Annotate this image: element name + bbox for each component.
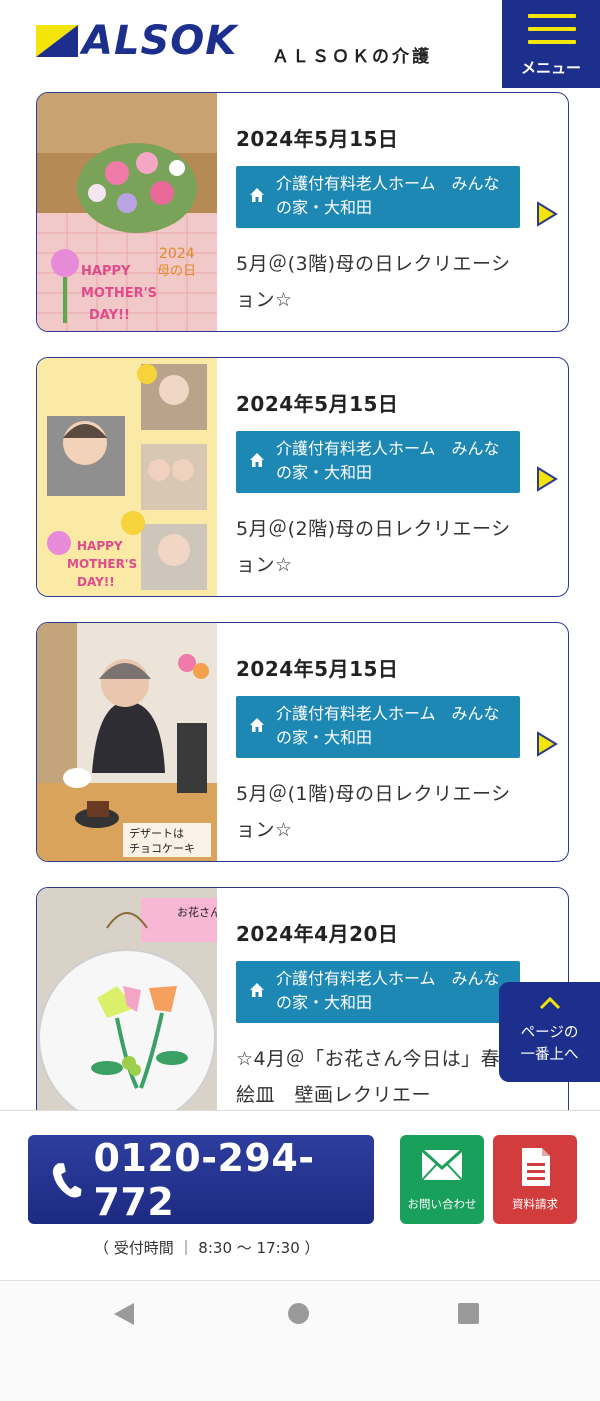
svg-text:DAY!!: DAY!! [89, 308, 130, 323]
mail-icon [421, 1149, 463, 1181]
post-card-body: 2024年5月15日 介護付有料老人ホーム みんなの家・大和田 5月＠(2階)母… [236, 358, 520, 583]
post-card[interactable]: 2024 母の日 HAPPY MOTHER'S DAY!! 2024年5月15日… [36, 92, 569, 332]
brochure-label: 資料請求 [512, 1197, 558, 1211]
home-icon [250, 983, 264, 997]
facility-tag[interactable]: 介護付有料老人ホーム みんなの家・大和田 [236, 696, 520, 758]
post-thumbnail: 2024 母の日 HAPPY MOTHER'S DAY!! [37, 93, 217, 331]
system-nav-bar [0, 1280, 600, 1401]
post-thumbnail: お花さん [37, 888, 217, 1126]
svg-text:2024: 2024 [159, 246, 195, 262]
facility-tag[interactable]: 介護付有料老人ホーム みんなの家・大和田 [236, 166, 520, 228]
business-hours: （ 受付時間 ｜ 8:30 〜 17:30 ） [94, 1239, 320, 1257]
svg-text:デザートは: デザートは [129, 826, 184, 840]
post-card-body: 2024年5月15日 介護付有料老人ホーム みんなの家・大和田 5月＠(1階)母… [236, 623, 520, 848]
post-title: 5月＠(3階)母の日レクリエーション☆ [236, 253, 511, 311]
facility-tag[interactable]: 介護付有料老人ホーム みんなの家・大和田 [236, 961, 520, 1023]
site-header: ALSOK ＡＬＳＯＫの介護 メニュー [0, 0, 600, 88]
svg-text:HAPPY: HAPPY [81, 264, 131, 279]
post-date: 2024年5月15日 [236, 127, 399, 151]
back-to-top-line2: 一番上へ [520, 1047, 579, 1063]
inquiry-button[interactable]: お問い合わせ [400, 1135, 484, 1224]
svg-text:チョコケーキ: チョコケーキ [129, 842, 195, 855]
home-circle-icon[interactable] [288, 1303, 309, 1324]
post-thumbnail: デザートは チョコケーキ [37, 623, 217, 861]
menu-label: メニュー [520, 59, 581, 77]
post-date: 2024年5月15日 [236, 657, 399, 681]
inquiry-label: お問い合わせ [407, 1197, 477, 1211]
svg-text:HAPPY: HAPPY [77, 539, 123, 553]
logo-text: ALSOK [82, 18, 238, 64]
brochure-request-button[interactable]: 資料請求 [493, 1135, 577, 1224]
post-list: 2024 母の日 HAPPY MOTHER'S DAY!! 2024年5月15日… [36, 92, 569, 1152]
alsok-logo[interactable]: ALSOK [36, 18, 238, 64]
post-title: 5月＠(2階)母の日レクリエーション☆ [236, 518, 511, 576]
back-to-top-button[interactable]: ページの 一番上へ [499, 982, 600, 1082]
post-date: 2024年4月20日 [236, 922, 399, 946]
recent-apps-icon[interactable] [458, 1303, 479, 1324]
facility-name: 介護付有料老人ホーム みんなの家・大和田 [276, 174, 500, 217]
back-to-top-line1: ページの [520, 1025, 579, 1041]
phone-icon [52, 1162, 82, 1197]
post-date: 2024年5月15日 [236, 392, 399, 416]
contact-bar: 0120-294-772 （ 受付時間 ｜ 8:30 〜 17:30 ） お問い… [0, 1110, 600, 1280]
phone-call-button[interactable]: 0120-294-772 [28, 1135, 374, 1224]
post-card-body: 2024年4月20日 介護付有料老人ホーム みんなの家・大和田 ☆4月＠「お花さ… [236, 888, 520, 1113]
post-title: 5月＠(1階)母の日レクリエーション☆ [236, 783, 511, 841]
chevron-right-icon [537, 201, 558, 227]
svg-text:DAY!!: DAY!! [77, 575, 115, 589]
post-card[interactable]: デザートは チョコケーキ 2024年5月15日 介護付有料老人ホーム みんなの家… [36, 622, 569, 862]
home-icon [250, 188, 264, 202]
svg-text:母の日: 母の日 [157, 264, 196, 279]
facility-name: 介護付有料老人ホーム みんなの家・大和田 [276, 439, 500, 482]
facility-name: 介護付有料老人ホーム みんなの家・大和田 [276, 969, 500, 1012]
svg-text:お花さん: お花さん [177, 906, 217, 919]
post-title: ☆4月＠「お花さん今日は」春の絵皿 壁画レクリエー [236, 1048, 520, 1106]
post-card[interactable]: HAPPY MOTHER'S DAY!! 2024年5月15日 介護付有料老人ホ… [36, 357, 569, 597]
chevron-right-icon [537, 731, 558, 757]
document-icon [522, 1148, 550, 1186]
post-thumbnail: HAPPY MOTHER'S DAY!! [37, 358, 217, 596]
facility-tag[interactable]: 介護付有料老人ホーム みんなの家・大和田 [236, 431, 520, 493]
facility-name: 介護付有料老人ホーム みんなの家・大和田 [276, 704, 500, 747]
chevron-right-icon [537, 466, 558, 492]
post-card-body: 2024年5月15日 介護付有料老人ホーム みんなの家・大和田 5月＠(3階)母… [236, 93, 520, 318]
logo-mark-icon [36, 25, 78, 57]
menu-button[interactable]: メニュー [502, 0, 600, 88]
svg-text:MOTHER'S: MOTHER'S [81, 286, 157, 301]
home-icon [250, 718, 264, 732]
back-icon[interactable] [114, 1303, 134, 1325]
site-subtitle: ＡＬＳＯＫの介護 [272, 47, 432, 67]
chevron-up-icon [539, 996, 561, 1010]
phone-number: 0120-294-772 [93, 1135, 315, 1224]
svg-text:MOTHER'S: MOTHER'S [67, 557, 137, 571]
home-icon [250, 453, 264, 467]
post-card[interactable]: お花さん 2024年4月20日 介護付有料老人ホーム みんなの家・大和田 ☆4月… [36, 887, 569, 1127]
hamburger-icon [528, 14, 576, 53]
